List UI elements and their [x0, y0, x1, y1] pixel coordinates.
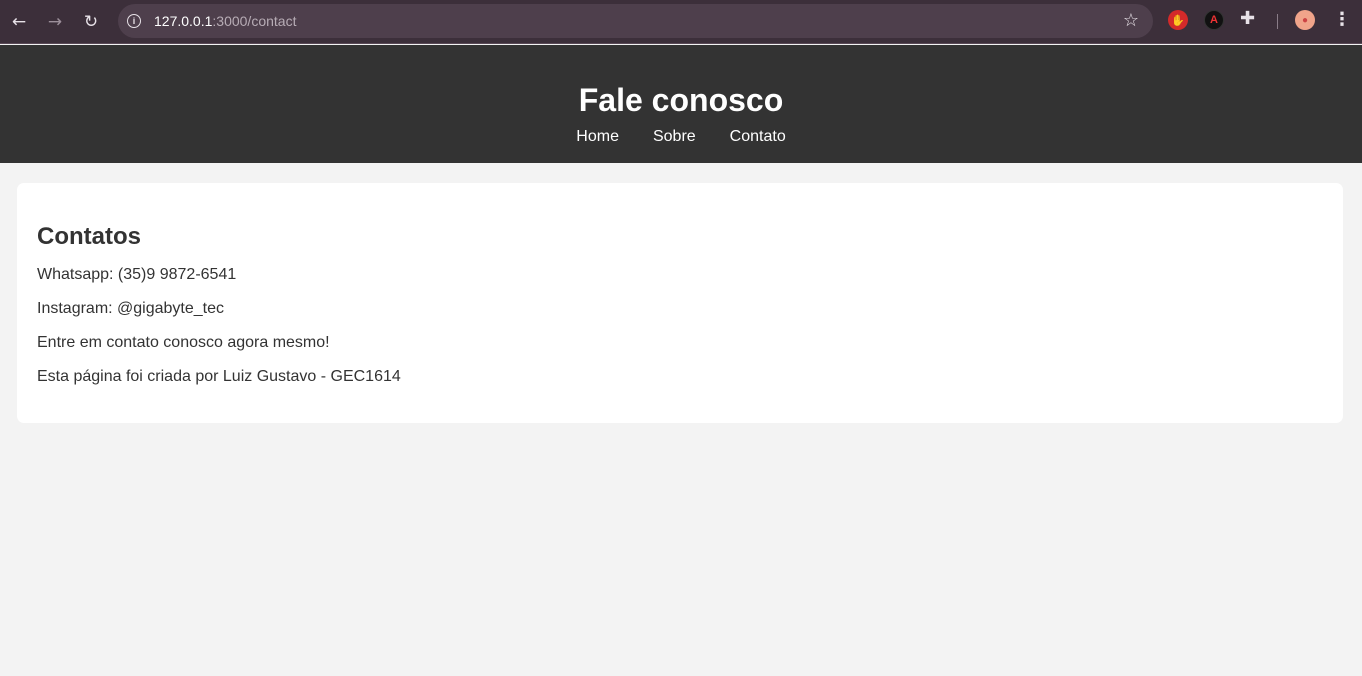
more-menu-icon[interactable]: ⋮	[1333, 9, 1351, 30]
contacts-card: Contatos Whatsapp: (35)9 9872-6541 Insta…	[17, 183, 1343, 423]
url-text[interactable]: 127.0.0.1:3000/contact	[154, 13, 296, 29]
site-header: Fale conosco Home Sobre Contato	[0, 45, 1362, 163]
whatsapp-text: Whatsapp: (35)9 9872-6541	[37, 266, 237, 283]
browser-toolbar: ← → ↻ i 127.0.0.1:3000/contact ☆ ✋ A ✚ ●…	[0, 0, 1362, 44]
credit-text: Esta página foi criada por Luiz Gustavo …	[37, 368, 401, 385]
nav-link-sobre[interactable]: Sobre	[636, 128, 713, 146]
site-info-icon[interactable]: i	[123, 10, 145, 32]
puzzle-icon[interactable]: ✚	[1240, 8, 1255, 29]
instagram-text: Instagram: @gigabyte_tec	[37, 300, 225, 317]
nav-link-contato[interactable]: Contato	[713, 128, 803, 146]
toolbar-divider	[1277, 14, 1278, 29]
reload-icon[interactable]: ↻	[73, 4, 109, 40]
star-icon[interactable]: ☆	[1123, 10, 1139, 31]
extension-icon[interactable]: ✋	[1168, 10, 1188, 30]
extension-icon[interactable]: A	[1204, 10, 1224, 30]
profile-avatar[interactable]: ●	[1295, 10, 1315, 30]
back-arrow-icon[interactable]: ←	[1, 4, 37, 40]
main-nav: Home Sobre Contato	[0, 128, 1362, 146]
contacts-heading: Contatos	[37, 223, 141, 250]
forward-arrow-icon[interactable]: →	[37, 4, 73, 40]
cta-text: Entre em contato conosco agora mesmo!	[37, 334, 330, 351]
url-path: :3000/contact	[212, 13, 297, 29]
page-title: Fale conosco	[578, 82, 784, 118]
nav-link-home[interactable]: Home	[559, 128, 636, 146]
url-host: 127.0.0.1	[154, 13, 213, 29]
address-bar[interactable]: i 127.0.0.1:3000/contact ☆	[118, 4, 1153, 38]
